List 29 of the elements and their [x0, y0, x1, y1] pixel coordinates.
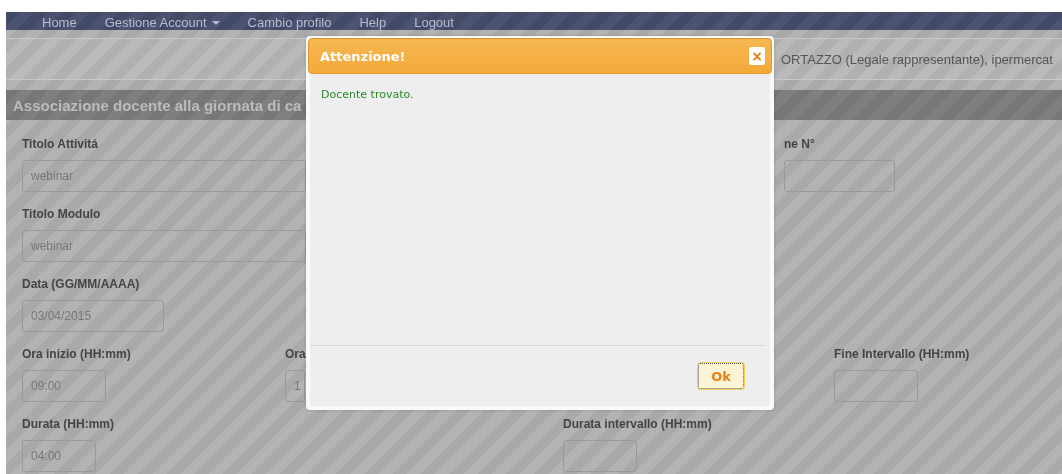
field-label: Durata (HH:mm) — [22, 417, 114, 432]
field-label: Durata intervallo (HH:mm) — [563, 417, 712, 432]
field-label: Titolo Modulo — [22, 207, 101, 222]
nav-link[interactable]: Help — [345, 16, 401, 30]
field-label: Ora inizio (HH:mm) — [22, 347, 131, 362]
nav-link[interactable]: Cambio profilo — [233, 16, 346, 30]
field-label: ne N° — [784, 137, 815, 152]
dialog-title: Attenzione! — [320, 48, 406, 64]
input-field[interactable] — [784, 160, 895, 192]
field-label: Fine Intervallo (HH:mm) — [834, 347, 970, 362]
close-button[interactable]: × — [749, 47, 765, 65]
nav-link[interactable]: Gestione Account — [90, 16, 234, 30]
user-info: ORTAZZO (Legale rappresentante), ipermercat — [781, 51, 1053, 67]
input-field[interactable] — [563, 440, 637, 472]
input-field[interactable]: 09:00 — [22, 370, 106, 402]
field-label: Data (GG/MM/AAAA) — [22, 277, 140, 292]
input-field[interactable]: 1 — [285, 370, 305, 402]
input-field[interactable]: 03/04/2015 — [22, 300, 164, 332]
nav-link[interactable]: Home — [28, 16, 91, 30]
ok-button[interactable]: Ok — [698, 363, 744, 389]
input-field[interactable]: webinar — [22, 160, 306, 192]
section-title: Associazione docente alla giornata di ca — [13, 96, 302, 114]
dialog-message: Docente trovato. — [320, 87, 415, 103]
input-field[interactable]: 04:00 — [22, 440, 96, 472]
field-label: Ora — [285, 347, 306, 362]
field-label: Titolo Attivitá — [22, 137, 98, 152]
input-field[interactable] — [834, 370, 918, 402]
nav-link[interactable]: Logout — [400, 16, 468, 30]
input-field[interactable]: webinar — [22, 230, 306, 262]
